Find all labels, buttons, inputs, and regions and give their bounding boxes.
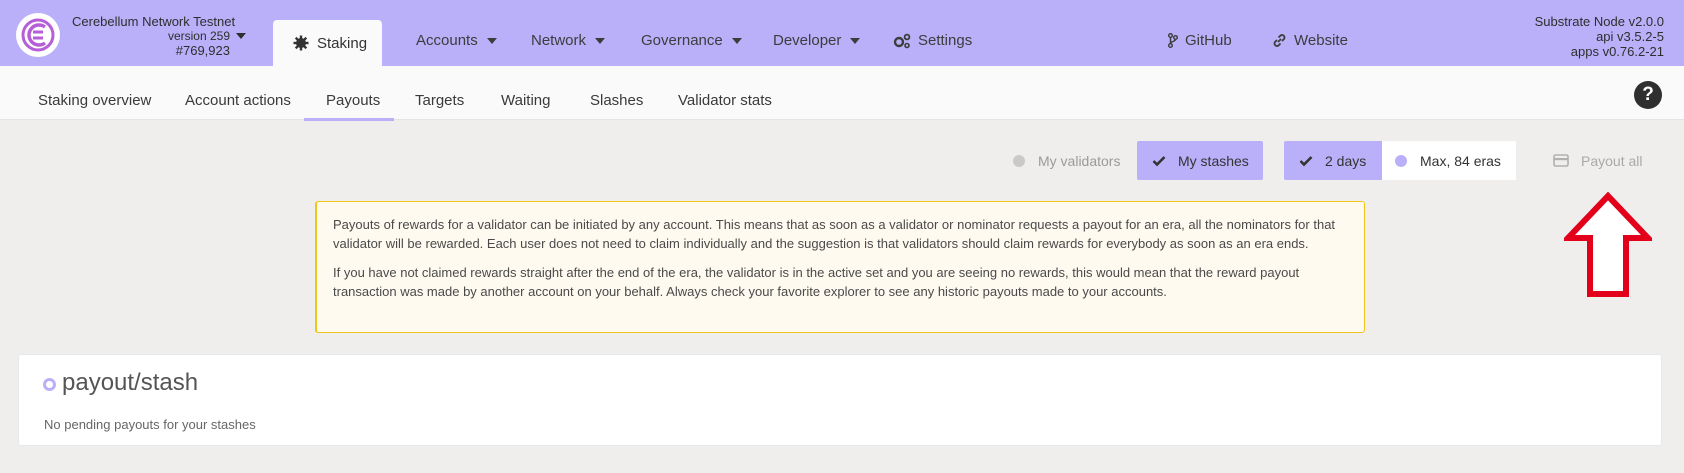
subtab-slashes[interactable]: Slashes bbox=[590, 92, 643, 109]
up-arrow-annotation-icon bbox=[1564, 192, 1652, 297]
help-icon[interactable]: ? bbox=[1634, 81, 1662, 109]
toggle-2-days-label: 2 days bbox=[1325, 152, 1367, 169]
menu-accounts[interactable]: Accounts bbox=[416, 32, 497, 49]
section-title: payout/stash bbox=[62, 369, 199, 396]
subtab-validator-stats[interactable]: Validator stats bbox=[678, 92, 772, 109]
menu-governance-label: Governance bbox=[641, 32, 723, 49]
radio-off-icon bbox=[1013, 154, 1025, 167]
radio-dot-icon bbox=[1395, 154, 1407, 167]
link-icon bbox=[1273, 34, 1286, 47]
menu-accounts-label: Accounts bbox=[416, 32, 478, 49]
staking-gear-icon bbox=[293, 35, 309, 51]
subtab-targets[interactable]: Targets bbox=[415, 92, 464, 109]
menu-developer[interactable]: Developer bbox=[773, 32, 861, 49]
payout-stash-section: payout/stash No pending payouts for your… bbox=[18, 354, 1662, 446]
chain-selector[interactable]: Cerebellum Network Testnet version 259 #… bbox=[72, 14, 246, 58]
notice-paragraph-2: If you have not claimed rewards straight… bbox=[333, 265, 1300, 299]
toggle-my-stashes-label: My stashes bbox=[1178, 152, 1249, 169]
menu-settings[interactable]: Settings bbox=[893, 32, 972, 49]
menu-settings-label: Settings bbox=[918, 32, 973, 49]
chevron-down-icon bbox=[595, 37, 606, 44]
toggle-max-eras-label: Max, 84 eras bbox=[1420, 152, 1501, 169]
top-bar: Cerebellum Network Testnet version 259 #… bbox=[0, 0, 1684, 66]
node-info: Substrate Node v2.0.0 api v3.5.2-5 apps … bbox=[1535, 14, 1664, 59]
chevron-down-icon bbox=[236, 33, 246, 39]
menu-network[interactable]: Network bbox=[531, 32, 606, 49]
sub-navigation: Staking overview Account actions Payouts… bbox=[0, 66, 1684, 120]
payout-all-label: Payout all bbox=[1581, 152, 1643, 169]
substrate-version: Substrate Node v2.0.0 bbox=[1534, 14, 1664, 29]
section-ring-icon bbox=[43, 378, 56, 391]
tab-staking-label: Staking bbox=[317, 34, 368, 52]
toggle-max-eras[interactable]: Max, 84 eras bbox=[1382, 141, 1516, 180]
subtab-payouts[interactable]: Payouts bbox=[326, 92, 380, 109]
toggle-my-validators-label: My validators bbox=[1038, 152, 1121, 169]
code-branch-icon bbox=[1168, 33, 1178, 48]
block-number: #769,923 bbox=[175, 43, 230, 58]
chevron-down-icon bbox=[731, 37, 742, 44]
apps-version: apps v0.76.2-21 bbox=[1570, 44, 1664, 59]
subtab-account-actions[interactable]: Account actions bbox=[185, 92, 291, 109]
subtab-staking-overview[interactable]: Staking overview bbox=[38, 92, 151, 109]
menu-governance[interactable]: Governance bbox=[641, 32, 742, 49]
payout-info-notice: Payouts of rewards for a validator can b… bbox=[315, 201, 1365, 333]
link-website[interactable]: Website bbox=[1272, 32, 1348, 49]
link-github-label: GitHub bbox=[1185, 32, 1232, 49]
toggle-my-validators[interactable]: My validators bbox=[1003, 141, 1137, 180]
toggle-2-days[interactable]: 2 days bbox=[1284, 141, 1382, 180]
link-website-label: Website bbox=[1294, 32, 1348, 49]
api-version: api v3.5.2-5 bbox=[1596, 29, 1664, 44]
cere-logo-icon[interactable] bbox=[16, 13, 60, 57]
active-tab-indicator bbox=[304, 118, 394, 121]
payout-all-button[interactable]: Payout all bbox=[1553, 141, 1661, 180]
menu-network-label: Network bbox=[531, 32, 587, 49]
subtab-waiting[interactable]: Waiting bbox=[501, 92, 550, 109]
chevron-down-icon bbox=[486, 37, 497, 44]
chain-version: version 259 bbox=[167, 29, 230, 43]
link-github[interactable]: GitHub bbox=[1168, 32, 1232, 49]
menu-developer-label: Developer bbox=[773, 32, 842, 49]
check-icon bbox=[1299, 155, 1313, 166]
tab-staking[interactable]: Staking bbox=[273, 20, 382, 66]
chain-name: Cerebellum Network Testnet bbox=[72, 14, 236, 29]
notice-paragraph-1: Payouts of rewards for a validator can b… bbox=[333, 217, 1336, 251]
chevron-down-icon bbox=[850, 37, 861, 44]
gears-icon bbox=[893, 33, 911, 48]
empty-message: No pending payouts for your stashes bbox=[44, 417, 256, 432]
credit-card-icon bbox=[1553, 154, 1569, 167]
check-icon bbox=[1152, 155, 1166, 166]
toggle-my-stashes[interactable]: My stashes bbox=[1137, 141, 1263, 180]
